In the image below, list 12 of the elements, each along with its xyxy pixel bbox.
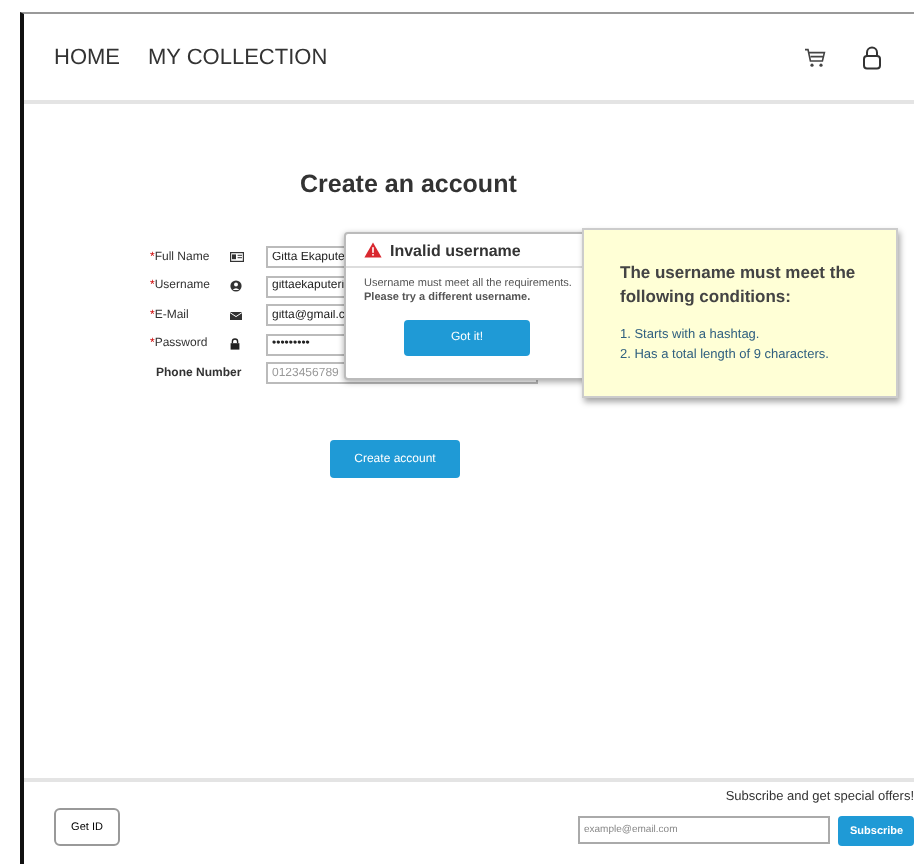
- nav-link[interactable]: HOME: [54, 45, 120, 69]
- warning-icon: [364, 242, 382, 258]
- cart-icon[interactable]: [804, 47, 826, 67]
- lock-icon[interactable]: [862, 45, 882, 69]
- id-card-icon: [230, 252, 244, 262]
- dialog-title: Invalid username: [390, 241, 521, 259]
- mail-icon: [230, 311, 242, 319]
- note-heading: The username must meet the following conditions:: [620, 262, 858, 310]
- user-icon: [230, 280, 242, 292]
- lock-icon: [230, 338, 240, 350]
- form-title: Create an account: [300, 170, 517, 198]
- nav-link[interactable]: MY COLLECTION: [148, 45, 328, 69]
